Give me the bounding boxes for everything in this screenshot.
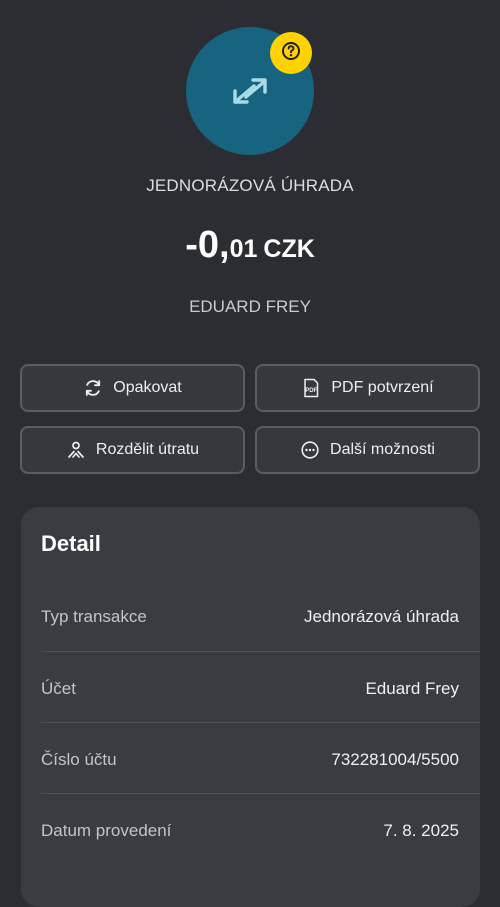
amount-decimal: 01: [229, 235, 258, 263]
help-badge[interactable]: [270, 32, 312, 74]
question-icon: [281, 41, 301, 66]
split-person-icon: [66, 440, 86, 460]
divider: [41, 793, 480, 794]
transaction-avatar: [186, 27, 314, 155]
repeat-button[interactable]: Opakovat: [20, 364, 245, 412]
detail-row-value: Eduard Frey: [365, 679, 459, 698]
transaction-type: JEDNORÁZOVÁ ÚHRADA: [146, 176, 354, 195]
amount-currency: CZK: [263, 235, 315, 263]
refresh-icon: [83, 378, 103, 398]
pdf-confirmation-button[interactable]: PDF PDF potvrzení: [255, 364, 480, 412]
detail-title: Detail: [41, 531, 101, 556]
divider: [41, 651, 480, 652]
repeat-label: Opakovat: [113, 379, 182, 396]
detail-row-label: Typ transakce: [41, 607, 147, 626]
amount: -0,01 CZK: [0, 224, 500, 267]
svg-text:PDF: PDF: [306, 388, 318, 394]
detail-row-value: 7. 8. 2025: [383, 821, 459, 840]
detail-row-transaction-type: Typ transakce Jednorázová úhrada: [21, 581, 480, 652]
split-label: Rozdělit útratu: [95, 441, 200, 458]
detail-row-value: 732281004/5500: [331, 750, 459, 769]
detail-row-execution-date: Datum provedení 7. 8. 2025: [21, 795, 480, 866]
divider: [41, 722, 480, 723]
detail-row-account: Účet Eduard Frey: [21, 653, 480, 724]
pdf-icon: PDF: [301, 378, 321, 398]
detail-row-label: Datum provedení: [41, 821, 172, 840]
more-icon: [300, 440, 320, 460]
more-options-button[interactable]: Další možnosti: [255, 426, 480, 474]
detail-row-value: Jednorázová úhrada: [303, 607, 459, 626]
detail-row-label: Účet: [41, 679, 76, 698]
detail-card: Detail Typ transakce Jednorázová úhrada …: [21, 507, 480, 907]
more-label: Další možnosti: [330, 441, 435, 458]
detail-row-label: Číslo účtu: [41, 750, 117, 769]
split-expense-button[interactable]: Rozdělit útratu: [20, 426, 245, 474]
detail-row-account-number: Číslo účtu 732281004/5500: [21, 724, 480, 795]
pdf-label: PDF potvrzení: [331, 379, 434, 396]
counterparty-name: EDUARD FREY: [189, 297, 311, 316]
amount-whole: -0,: [185, 224, 230, 266]
